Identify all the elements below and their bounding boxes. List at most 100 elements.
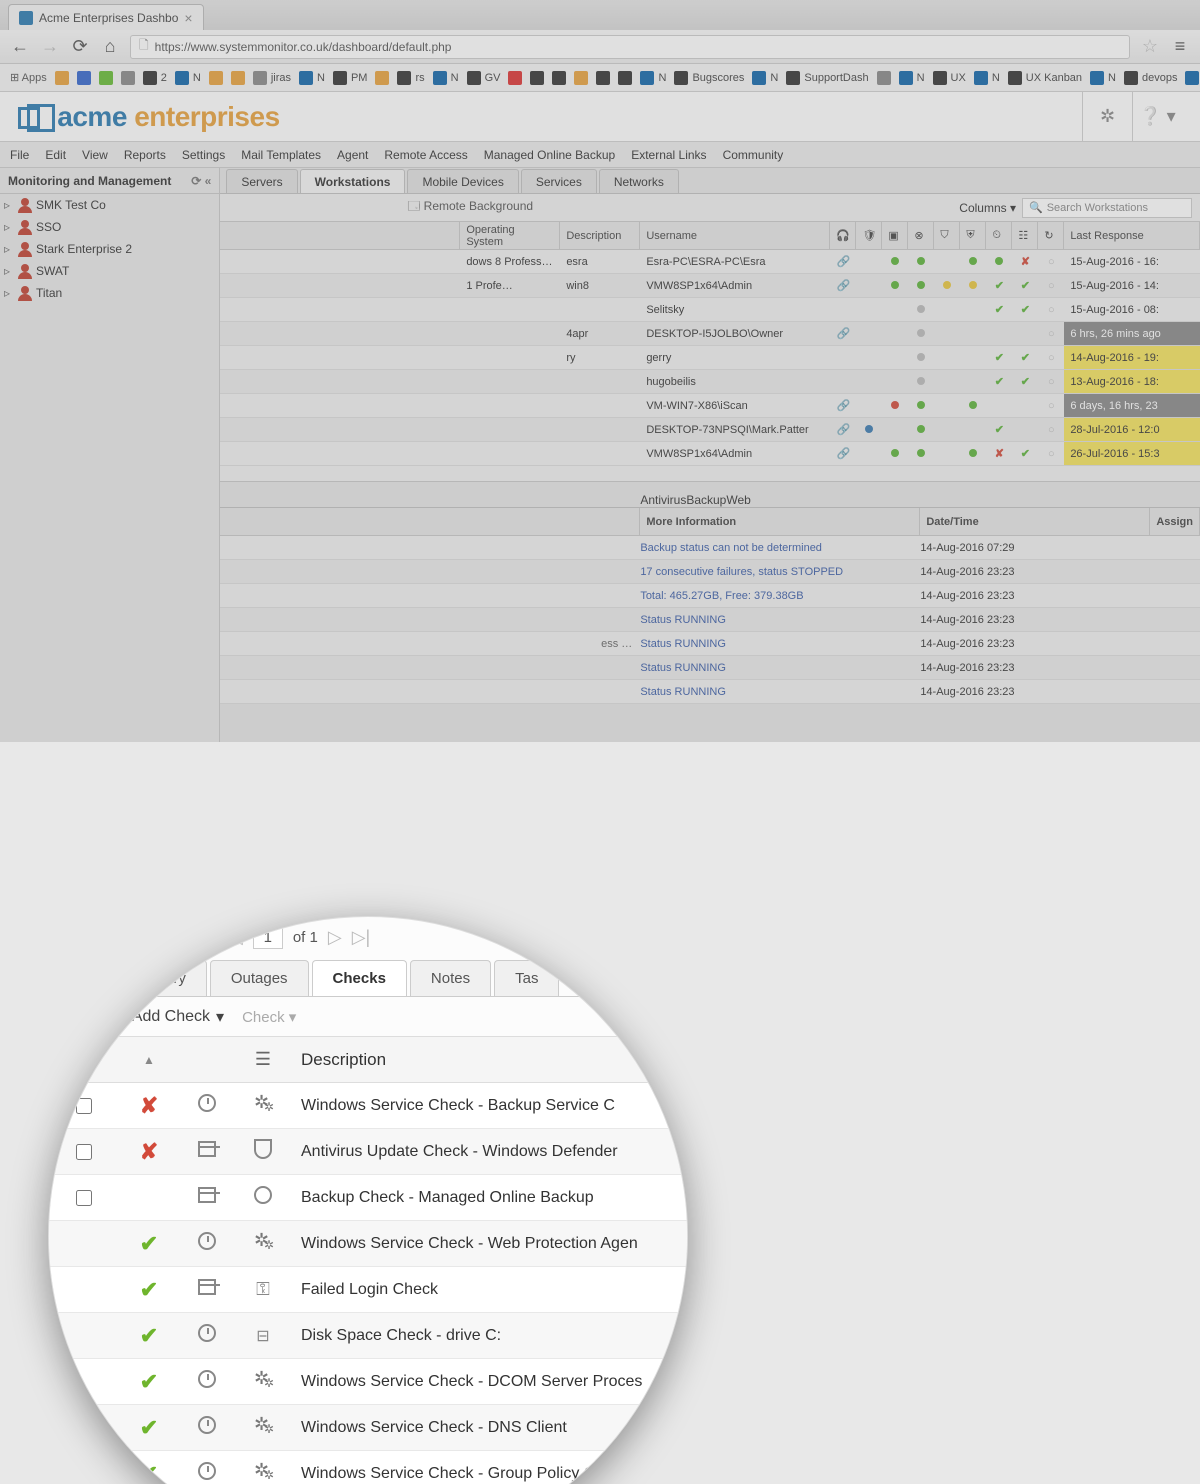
table-row[interactable]: VM-WIN7-X86\iScan 🔗○ 6 days, 16 hrs, 23 bbox=[220, 394, 1200, 418]
check-row[interactable]: ✔ Windows Service Check - DNS Client bbox=[49, 1405, 687, 1451]
detail-row[interactable]: Status RUNNING 14-Aug-2016 23:23 bbox=[220, 680, 1200, 704]
table-row[interactable]: dows 8 Profess… esra Esra-PC\ESRA-PC\Esr… bbox=[220, 250, 1200, 274]
tree-item[interactable]: ▹SSO bbox=[0, 216, 219, 238]
bookmark[interactable]: N bbox=[974, 71, 1000, 85]
bookmark[interactable] bbox=[209, 71, 223, 85]
row-checkbox[interactable] bbox=[76, 1190, 92, 1206]
menu-item[interactable]: Reports bbox=[124, 148, 166, 162]
bookmark[interactable] bbox=[530, 71, 544, 85]
add-check-btn[interactable]: ✚ Add Check ▾ bbox=[109, 1004, 224, 1029]
check-row[interactable]: ✔ Windows Service Check - DCOM Server Pr… bbox=[49, 1359, 687, 1405]
bookmark[interactable] bbox=[596, 71, 610, 85]
bookmark[interactable]: N bbox=[433, 71, 459, 85]
bookmark[interactable] bbox=[618, 71, 632, 85]
bookmark[interactable]: N bbox=[640, 71, 666, 85]
bookmark[interactable]: rs bbox=[397, 71, 424, 85]
tab-networks[interactable]: Networks bbox=[599, 169, 679, 193]
pager-next-icon[interactable]: ▷ bbox=[328, 927, 342, 948]
bookmark[interactable] bbox=[77, 71, 91, 85]
tab-backup[interactable]: Backup bbox=[686, 493, 726, 507]
bookmark[interactable] bbox=[375, 71, 389, 85]
back-icon[interactable]: ← bbox=[10, 37, 30, 57]
bookmark[interactable]: N bbox=[175, 71, 201, 85]
menu-item[interactable]: Settings bbox=[182, 148, 225, 162]
row-checkbox[interactable] bbox=[76, 1098, 92, 1114]
table-row[interactable]: Selitsky ✔✔○ 15-Aug-2016 - 08: bbox=[220, 298, 1200, 322]
bookmark[interactable] bbox=[99, 71, 113, 85]
tab-workstations[interactable]: Workstations bbox=[300, 169, 406, 193]
table-row[interactable]: ry gerry ✔✔○ 14-Aug-2016 - 19: bbox=[220, 346, 1200, 370]
refresh-icon[interactable]: ⟳ « bbox=[191, 174, 211, 188]
detail-row[interactable]: Status RUNNING 14-Aug-2016 23:23 bbox=[220, 608, 1200, 632]
tab-servers[interactable]: Servers bbox=[226, 169, 297, 193]
bookmark[interactable]: 2 bbox=[143, 71, 167, 85]
menu-item[interactable]: Managed Online Backup bbox=[484, 148, 615, 162]
detail-row[interactable]: Status RUNNING 14-Aug-2016 23:23 bbox=[220, 656, 1200, 680]
menu-item[interactable]: View bbox=[82, 148, 108, 162]
tree-item[interactable]: ▹Titan bbox=[0, 282, 219, 304]
remote-btn[interactable]: 🗔 Remote Background bbox=[398, 194, 542, 221]
bookmark[interactable]: N bbox=[299, 71, 325, 85]
bookmark[interactable] bbox=[231, 71, 245, 85]
check-row[interactable]: ✔ Failed Login Check bbox=[49, 1267, 687, 1313]
table-row[interactable]: DESKTOP-73NPSQI\Mark.Patter 🔗✔○ 28-Jul-2… bbox=[220, 418, 1200, 442]
tree-item[interactable]: ▹SWAT bbox=[0, 260, 219, 282]
menu-item[interactable]: Agent bbox=[337, 148, 368, 162]
bookmark[interactable] bbox=[552, 71, 566, 85]
pager-last-icon[interactable]: ▷| bbox=[352, 927, 371, 948]
bookmark[interactable] bbox=[55, 71, 69, 85]
bookmark[interactable]: devops bbox=[1124, 71, 1177, 85]
table-row[interactable]: VMW8SP1x64\Admin 🔗✘✔○ 26-Jul-2016 - 15:3 bbox=[220, 442, 1200, 466]
page-input[interactable]: 1 bbox=[253, 925, 283, 949]
table-row[interactable]: hugobeilis ✔✔○ 13-Aug-2016 - 18: bbox=[220, 370, 1200, 394]
bookmark[interactable] bbox=[877, 71, 891, 85]
browser-tab[interactable]: Acme Enterprises Dashbo × bbox=[8, 4, 204, 30]
check-row[interactable]: ✔ Windows Service Check - Group Policy C… bbox=[49, 1451, 687, 1484]
check-row[interactable]: ✘ Antivirus Update Check - Windows Defen… bbox=[49, 1129, 687, 1175]
check-row[interactable]: ✘ Windows Service Check - Backup Service… bbox=[49, 1083, 687, 1129]
tree-item[interactable]: ▹SMK Test Co bbox=[0, 194, 219, 216]
check-menu-btn[interactable]: Check ▾ bbox=[242, 1008, 296, 1026]
lens-tab[interactable]: Checks bbox=[312, 960, 407, 996]
check-row[interactable]: ✔ Windows Service Check - Web Protection… bbox=[49, 1221, 687, 1267]
bookmark[interactable]: jiras bbox=[253, 71, 291, 85]
tree-item[interactable]: ▹Stark Enterprise 2 bbox=[0, 238, 219, 260]
detail-row[interactable]: 17 consecutive failures, status STOPPED … bbox=[220, 560, 1200, 584]
menu-item[interactable]: File bbox=[10, 148, 29, 162]
bookmark[interactable]: UX Kanban bbox=[1008, 71, 1082, 85]
menu-item[interactable]: Remote Access bbox=[384, 148, 467, 162]
menu-item[interactable]: External Links bbox=[631, 148, 706, 162]
bookmark[interactable]: UX bbox=[933, 71, 966, 85]
menu-item[interactable]: Mail Templates bbox=[241, 148, 321, 162]
search-input[interactable]: 🔍 Search Workstations bbox=[1022, 198, 1192, 218]
bookmark[interactable] bbox=[574, 71, 588, 85]
lens-tab[interactable]: Tas bbox=[494, 960, 559, 996]
forward-icon[interactable]: → bbox=[40, 37, 60, 57]
reload-icon[interactable]: ⟳ bbox=[70, 37, 90, 57]
tab-web[interactable]: Web bbox=[726, 493, 750, 507]
columns-btn[interactable]: Columns ▾ bbox=[959, 201, 1016, 215]
star-icon[interactable]: ☆ bbox=[1140, 37, 1160, 57]
bookmark[interactable] bbox=[121, 71, 135, 85]
bookmark[interactable]: N bbox=[1090, 71, 1116, 85]
lens-tab[interactable]: Notes bbox=[410, 960, 491, 996]
bookmark[interactable]: PM bbox=[333, 71, 368, 85]
tab-services[interactable]: Services bbox=[521, 169, 597, 193]
lens-tab[interactable]: Outages bbox=[210, 960, 309, 996]
refresh-icon[interactable]: ✲ bbox=[1082, 92, 1132, 142]
row-checkbox[interactable] bbox=[76, 1144, 92, 1160]
tab-antivirus[interactable]: Antivirus bbox=[640, 493, 686, 507]
bookmark[interactable]: N bbox=[752, 71, 778, 85]
address-input[interactable]: 🗋 https://www.systemmonitor.co.uk/dashbo… bbox=[130, 35, 1130, 59]
menu-icon[interactable]: ≡ bbox=[1170, 37, 1190, 57]
bookmark[interactable]: N bbox=[899, 71, 925, 85]
lens-tab[interactable]: mmary bbox=[119, 960, 207, 996]
detail-row[interactable]: Backup status can not be determined 14-A… bbox=[220, 536, 1200, 560]
pager-prev-icon[interactable]: ◁ bbox=[229, 927, 243, 948]
bookmark[interactable] bbox=[508, 71, 522, 85]
bookmark[interactable]: SupportDash bbox=[786, 71, 868, 85]
home-icon[interactable]: ⌂ bbox=[100, 37, 120, 57]
help-icon[interactable]: ❔ ▾ bbox=[1132, 92, 1182, 142]
table-row[interactable]: 1 Profe… win8 VMW8SP1x64\Admin 🔗✔✔○ 15-A… bbox=[220, 274, 1200, 298]
detail-row[interactable]: ess … Status RUNNING 14-Aug-2016 23:23 bbox=[220, 632, 1200, 656]
